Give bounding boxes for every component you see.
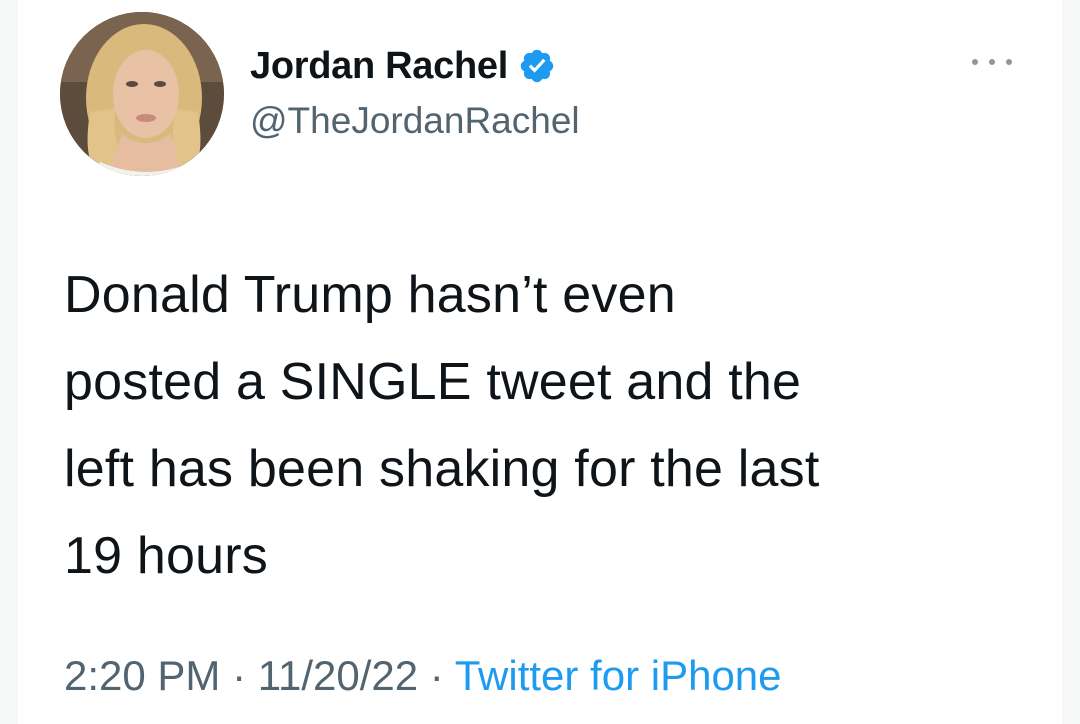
more-dot [1006,59,1012,65]
tweet-text: Donald Trump hasn’t even posted a SINGLE… [64,266,820,585]
meta-separator: · [220,652,258,699]
more-dot [972,59,978,65]
avatar[interactable] [60,12,224,176]
tweet-time[interactable]: 2:20 PM [64,652,220,699]
verified-badge-icon [518,47,556,85]
more-dot [989,59,995,65]
tweet-date[interactable]: 11/20/22 [258,652,418,699]
tweet-card: Jordan Rachel @TheJordanRachel Donald Tr… [18,0,1062,724]
author-name-row: Jordan Rachel [250,40,556,92]
meta-separator: · [418,652,455,699]
avatar-image [60,12,224,176]
author-handle[interactable]: @TheJordanRachel [250,100,580,142]
tweet-meta: 2:20 PM · 11/20/22 · Twitter for iPhone [64,652,782,700]
author-name[interactable]: Jordan Rachel [250,45,508,88]
tweet-source-link[interactable]: Twitter for iPhone [455,652,782,699]
more-options-icon[interactable] [972,52,1012,72]
